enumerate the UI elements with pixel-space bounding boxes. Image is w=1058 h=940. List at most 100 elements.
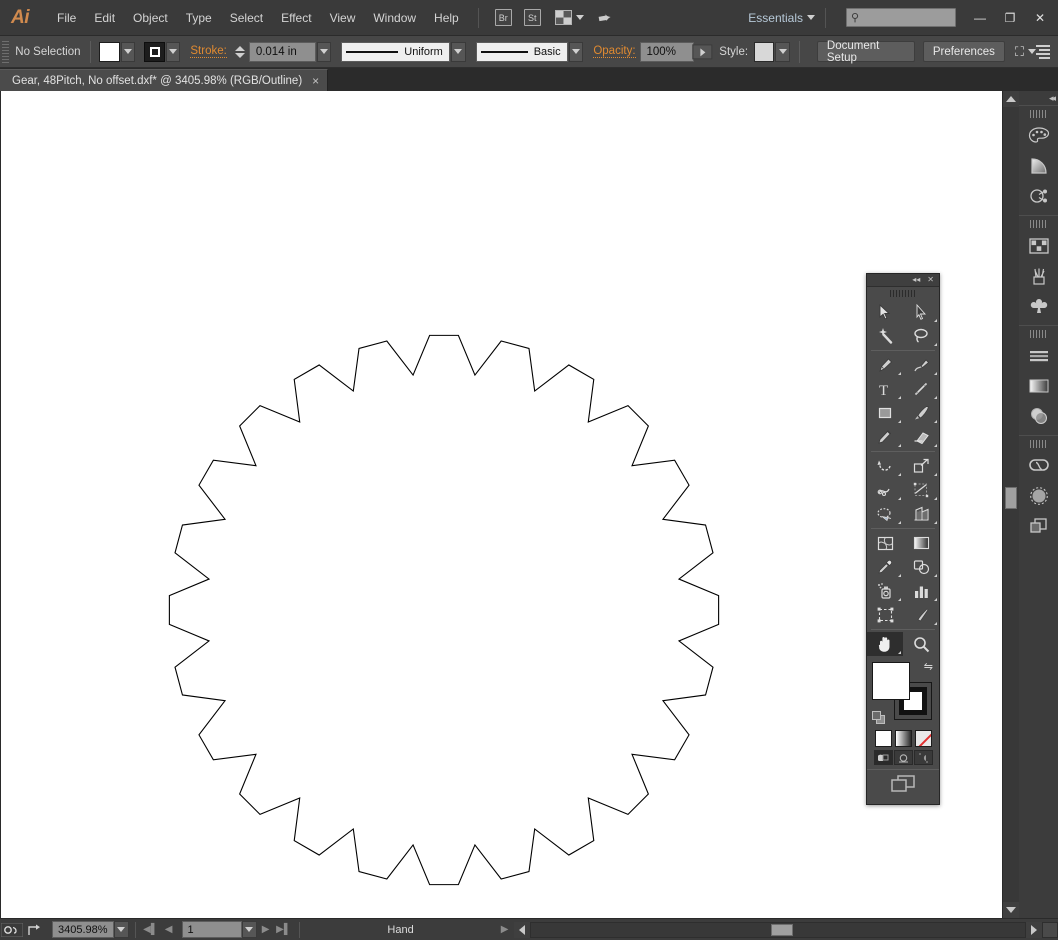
- tool-curvature[interactable]: [903, 353, 939, 377]
- menu-view[interactable]: View: [321, 6, 365, 30]
- previous-artboard-button[interactable]: ◀: [160, 921, 178, 939]
- stock-icon[interactable]: St: [524, 9, 541, 26]
- brush-dropdown[interactable]: [569, 42, 584, 62]
- tool-free-transform[interactable]: [903, 478, 939, 502]
- vscroll-thumb[interactable]: [1005, 487, 1017, 509]
- dock-group-gripper[interactable]: [1030, 220, 1048, 228]
- current-tool-display[interactable]: Hand: [306, 924, 496, 936]
- draw-inside-button[interactable]: [914, 750, 933, 765]
- arrange-documents-icon[interactable]: [555, 10, 584, 25]
- color-mode-button[interactable]: [875, 730, 892, 747]
- tool-selection[interactable]: [867, 300, 903, 324]
- swatches-panel-icon[interactable]: [1023, 231, 1055, 261]
- tool-shape-builder[interactable]: [867, 502, 903, 526]
- align-chevron-icon[interactable]: [1028, 49, 1036, 54]
- tool-hand[interactable]: [867, 632, 903, 656]
- hscroll-thumb[interactable]: [771, 924, 793, 936]
- document-setup-button[interactable]: Document Setup: [817, 41, 915, 62]
- tool-gradient[interactable]: [903, 531, 939, 555]
- cc-libraries-icon[interactable]: ➨: [596, 6, 613, 28]
- menu-select[interactable]: Select: [221, 6, 272, 30]
- scroll-left-button[interactable]: [514, 922, 530, 938]
- stroke-dropdown[interactable]: [166, 42, 181, 62]
- search-input[interactable]: ⚲: [846, 8, 956, 27]
- scroll-up-button[interactable]: [1003, 91, 1019, 107]
- align-panel-icon[interactable]: [1023, 341, 1055, 371]
- stepper-up-icon[interactable]: [235, 46, 245, 51]
- fill-swatch[interactable]: [99, 42, 119, 62]
- tools-collapse-icon[interactable]: ◂◂: [912, 276, 920, 284]
- tool-type[interactable]: T: [867, 377, 903, 401]
- swap-fill-stroke-icon[interactable]: ⇋: [924, 660, 933, 673]
- canvas-vertical-scrollbar[interactable]: [1002, 91, 1018, 918]
- tool-mesh[interactable]: [867, 531, 903, 555]
- vscroll-track[interactable]: [1003, 107, 1019, 902]
- dock-group-gripper[interactable]: [1030, 110, 1048, 118]
- tool-paintbrush[interactable]: [903, 401, 939, 425]
- tool-width[interactable]: [867, 478, 903, 502]
- align-to-icon[interactable]: ⛶: [1015, 44, 1024, 60]
- zoom-level-dropdown[interactable]: [114, 921, 129, 938]
- menu-edit[interactable]: Edit: [85, 6, 124, 30]
- gradient-panel-icon[interactable]: [1023, 371, 1055, 401]
- menu-help[interactable]: Help: [425, 6, 468, 30]
- tools-panel-titlebar[interactable]: ◂◂ ✕: [867, 274, 939, 287]
- tool-artboard[interactable]: [867, 603, 903, 627]
- document-tab-close-icon[interactable]: ×: [312, 74, 319, 88]
- tool-lasso[interactable]: [903, 324, 939, 348]
- none-mode-button[interactable]: [915, 730, 932, 747]
- brushes-panel-icon[interactable]: [1023, 261, 1055, 291]
- dock-group-gripper[interactable]: [1030, 440, 1048, 448]
- share-icon[interactable]: [24, 921, 48, 939]
- stepper-down-icon[interactable]: [235, 53, 245, 58]
- stroke-profile-select[interactable]: Uniform: [341, 42, 449, 62]
- transparency-panel-icon[interactable]: [1023, 401, 1055, 431]
- default-fill-stroke-icon[interactable]: [872, 711, 885, 724]
- tool-pen[interactable]: [867, 353, 903, 377]
- tools-panel[interactable]: ◂◂ ✕: [866, 273, 940, 805]
- next-artboard-button[interactable]: ▶: [257, 921, 275, 939]
- layers-panel-icon[interactable]: [1023, 511, 1055, 541]
- tool-blend[interactable]: [903, 555, 939, 579]
- color-panel-icon[interactable]: [1023, 121, 1055, 151]
- opacity-label[interactable]: Opacity:: [593, 45, 635, 58]
- stroke-profile-dropdown[interactable]: [451, 42, 466, 62]
- graphic-style-dropdown[interactable]: [775, 42, 790, 62]
- tool-pencil[interactable]: [867, 425, 903, 449]
- tools-fill-swatch[interactable]: [872, 662, 910, 700]
- tool-perspective-grid[interactable]: [903, 502, 939, 526]
- bridge-icon[interactable]: Br: [495, 9, 512, 26]
- artboard-canvas[interactable]: [1, 91, 1002, 918]
- zoom-level-input[interactable]: 3405.98%: [52, 921, 114, 938]
- tools-close-icon[interactable]: ✕: [927, 276, 934, 284]
- close-button[interactable]: ✕: [1026, 7, 1054, 29]
- menu-window[interactable]: Window: [364, 6, 425, 30]
- appearance-panel-icon[interactable]: [1023, 481, 1055, 511]
- gear-outline-path[interactable]: [1, 91, 1002, 913]
- tool-line-segment[interactable]: [903, 377, 939, 401]
- tool-scale[interactable]: [903, 454, 939, 478]
- symbols-panel-icon[interactable]: [1023, 181, 1055, 211]
- tool-eraser[interactable]: [903, 425, 939, 449]
- graphic-style-swatch[interactable]: [754, 42, 774, 62]
- stroke-weight-dropdown[interactable]: [317, 42, 332, 62]
- stroke-swatch[interactable]: [144, 42, 164, 62]
- gradient-mode-button[interactable]: [895, 730, 912, 747]
- cc-libraries-panel-icon[interactable]: [1023, 451, 1055, 481]
- color-guide-panel-icon[interactable]: [1023, 151, 1055, 181]
- control-bar-gripper[interactable]: [2, 41, 9, 63]
- opacity-input[interactable]: 100%: [640, 42, 694, 62]
- tool-magic-wand[interactable]: [867, 324, 903, 348]
- panel-menu-icon[interactable]: [1036, 45, 1050, 59]
- last-artboard-button[interactable]: ▶▌: [275, 921, 293, 939]
- minimize-button[interactable]: —: [966, 7, 994, 29]
- hscroll-track[interactable]: [530, 922, 1026, 938]
- brush-select[interactable]: Basic: [476, 42, 568, 62]
- tool-rotate[interactable]: [867, 454, 903, 478]
- menu-type[interactable]: Type: [177, 6, 221, 30]
- first-artboard-button[interactable]: ◀▌: [142, 921, 160, 939]
- scroll-down-button[interactable]: [1003, 902, 1019, 918]
- dock-group-gripper[interactable]: [1030, 330, 1048, 338]
- preflight-icon[interactable]: [0, 921, 24, 939]
- canvas-horizontal-scrollbar[interactable]: [514, 921, 1042, 939]
